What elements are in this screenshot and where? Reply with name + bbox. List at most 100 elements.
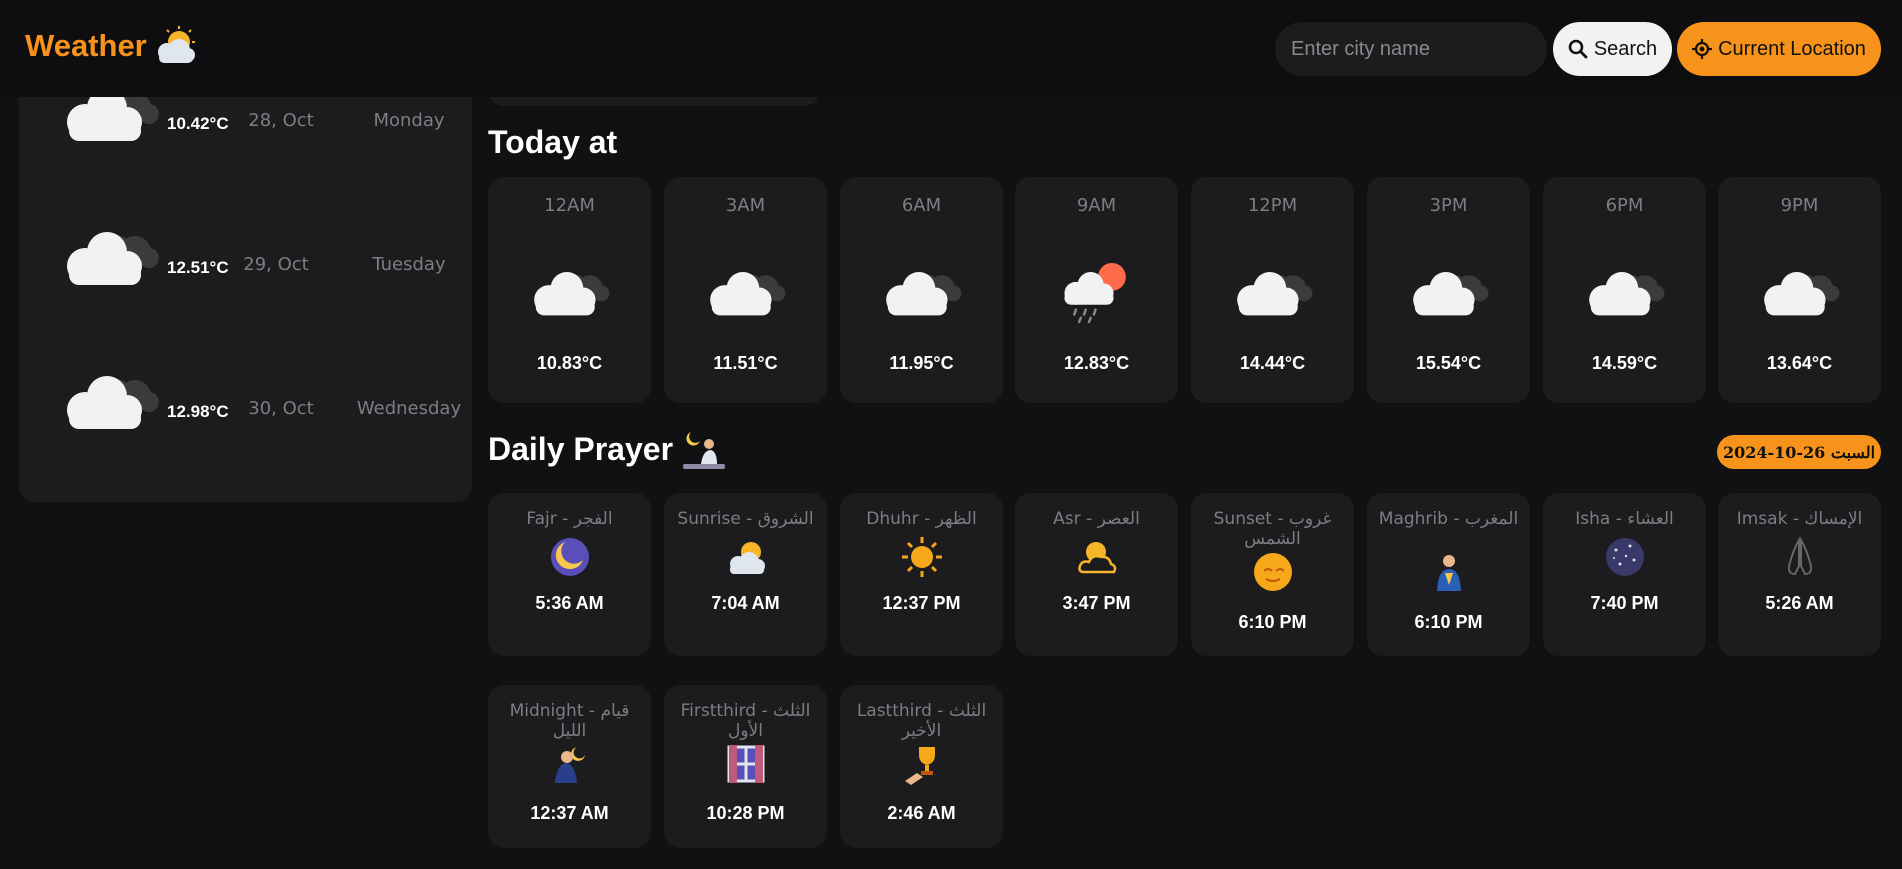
- prayer-time: 5:36 AM: [535, 593, 604, 613]
- hourly-card: 6AM 11.95°C: [840, 177, 1003, 403]
- hour-temp: 15.54°C: [1415, 353, 1482, 373]
- prayer-name: Fajr - الفجر: [526, 509, 613, 529]
- prayer-card: Isha - العشاء 7:40 PM: [1543, 493, 1706, 656]
- hour-time: 12AM: [544, 195, 595, 216]
- sun-cloud-outline-icon: [1078, 542, 1117, 574]
- hourly-card: 12AM 10.83°C: [488, 177, 651, 403]
- window-night-icon: [727, 745, 765, 783]
- prayer-card: Fajr - الفجر 5:36 AM: [488, 493, 651, 656]
- trophy-hand-icon: [905, 747, 935, 785]
- hourly-card: 3AM 11.51°C: [664, 177, 827, 403]
- hourly-card: 9AM 12.83°C: [1015, 177, 1178, 403]
- cloud-icon: [1237, 272, 1313, 316]
- prayer-time: 6:10 PM: [1414, 612, 1483, 632]
- sunset-face-icon: [1254, 553, 1292, 591]
- cloud-icon: [1589, 272, 1665, 316]
- prayer-time: 7:40 PM: [1590, 593, 1659, 613]
- prayer-card: Dhuhr - الظهر 12:37 PM: [840, 493, 1003, 656]
- cloud-icon: [886, 272, 962, 316]
- hour-time: 9PM: [1780, 195, 1819, 216]
- forecast-day: Tuesday: [372, 254, 446, 275]
- forecast-temp: 10.42°C: [167, 114, 229, 133]
- hour-temp: 12.83°C: [1063, 353, 1130, 373]
- prayer-name: Imsak - الإمساك: [1736, 509, 1863, 529]
- hour-time: 12PM: [1247, 195, 1298, 216]
- current-location-label: Current Location: [1718, 37, 1866, 60]
- current-location-button[interactable]: Current Location: [1677, 22, 1881, 76]
- prayer-time: 3:47 PM: [1062, 593, 1131, 613]
- logo[interactable]: Weather: [25, 26, 197, 66]
- sun-rain-icon: [1064, 263, 1126, 324]
- prayer-time: 5:26 AM: [1765, 593, 1834, 613]
- forecast-date: 30, Oct: [248, 398, 314, 419]
- prayer-name: Asr - العصر: [1053, 509, 1140, 529]
- cloud-icon: [1764, 272, 1840, 316]
- night-prayer-icon: [555, 747, 585, 783]
- sun-icon: [902, 537, 942, 577]
- prayer-time: 7:04 AM: [711, 593, 780, 613]
- hour-time: 3AM: [725, 195, 766, 216]
- prayer-card: Imsak - الإمساك 5:26 AM: [1718, 493, 1881, 656]
- prayer-name: Sunset - غروب الشمس: [1213, 509, 1332, 549]
- prayer-name: Dhuhr - الظهر: [866, 509, 977, 529]
- prayer-title: Daily Prayer: [488, 426, 727, 472]
- prayer-card: Sunset - غروب الشمس 6:10 PM: [1191, 493, 1354, 656]
- prayer-card: Asr - العصر 3:47 PM: [1015, 493, 1178, 656]
- prayer-name: Midnight - قيام الليل: [509, 701, 630, 741]
- hourly-card: 6PM 14.59°C: [1543, 177, 1706, 403]
- prayer-card: Lastthird - الثلث الأخير 2:46 AM: [840, 685, 1003, 848]
- hour-time: 3PM: [1429, 195, 1468, 216]
- forecast-date: 29, Oct: [243, 254, 309, 275]
- hour-temp: 14.44°C: [1239, 353, 1306, 373]
- hour-temp: 10.83°C: [536, 353, 603, 373]
- search-button-label: Search: [1593, 37, 1658, 60]
- forecast-day: Wednesday: [356, 398, 462, 419]
- prayer-date-badge: السبت 26-10-2024: [1717, 435, 1881, 469]
- forecast-date: 28, Oct: [248, 110, 314, 131]
- prayer-time: 12:37 PM: [882, 593, 961, 613]
- sun-behind-cloud-icon: [157, 26, 195, 63]
- cloud-icon: [67, 232, 159, 285]
- hour-temp: 14.59°C: [1591, 353, 1658, 373]
- forecast-temp: 12.98°C: [167, 402, 229, 421]
- cloud-icon: [1413, 272, 1489, 316]
- crosshair-icon: [1692, 39, 1713, 59]
- prayer-card: Maghrib - المغرب 6:10 PM: [1367, 493, 1530, 656]
- prayer-time: 2:46 AM: [887, 803, 956, 823]
- prayer-name: Lastthird - الثلث الأخير: [856, 701, 987, 741]
- hour-time: 6AM: [901, 195, 942, 216]
- today-title-text: Today at: [488, 124, 618, 160]
- praying-person-icon: [683, 432, 726, 469]
- hourly-card: 3PM 15.54°C: [1367, 177, 1530, 403]
- moon-icon: [551, 538, 589, 576]
- prayer-time: 12:37 AM: [530, 803, 609, 823]
- cloud-icon: [534, 272, 610, 316]
- prayer-name: Maghrib - المغرب: [1378, 509, 1519, 529]
- hour-temp: 13.64°C: [1766, 353, 1833, 373]
- cloud-icon: [710, 272, 786, 316]
- prayer-name: Firstthird - الثلث الأول: [680, 701, 811, 741]
- forecast-row: 12.98°C 30, Oct Wednesday: [19, 358, 472, 458]
- cloud-icon: [67, 376, 159, 429]
- prayer-name: Sunrise - الشروق: [677, 509, 814, 529]
- prayer-title-text: Daily Prayer: [488, 430, 674, 467]
- app-header: Weather Search Current Location: [0, 0, 1902, 97]
- hour-time: 6PM: [1605, 195, 1644, 216]
- prayer-card: Midnight - قيام الليل 12:37 AM: [488, 685, 651, 848]
- prayer-time: 6:10 PM: [1238, 612, 1307, 632]
- search-button[interactable]: Search: [1553, 22, 1672, 76]
- prayer-name: Isha - العشاء: [1575, 509, 1674, 529]
- sun-behind-cloud-icon: [730, 542, 765, 574]
- hourly-card: 9PM 13.64°C: [1718, 177, 1881, 403]
- hour-temp: 11.95°C: [889, 353, 954, 373]
- forecast-day: Monday: [373, 110, 445, 131]
- city-search-input[interactable]: [1275, 22, 1547, 76]
- forecast-row: 12.51°C 29, Oct Tuesday: [19, 214, 472, 314]
- logo-text: Weather: [25, 28, 147, 63]
- stars-icon: [1606, 538, 1644, 576]
- forecast-temp: 12.51°C: [167, 258, 229, 277]
- forecast-panel: 10.42°C 28, Oct Monday 12.51°C 29, Oct T…: [19, 60, 472, 502]
- hour-time: 9AM: [1076, 195, 1117, 216]
- search-icon: [1568, 39, 1588, 59]
- praying-hands-icon: [1787, 536, 1813, 576]
